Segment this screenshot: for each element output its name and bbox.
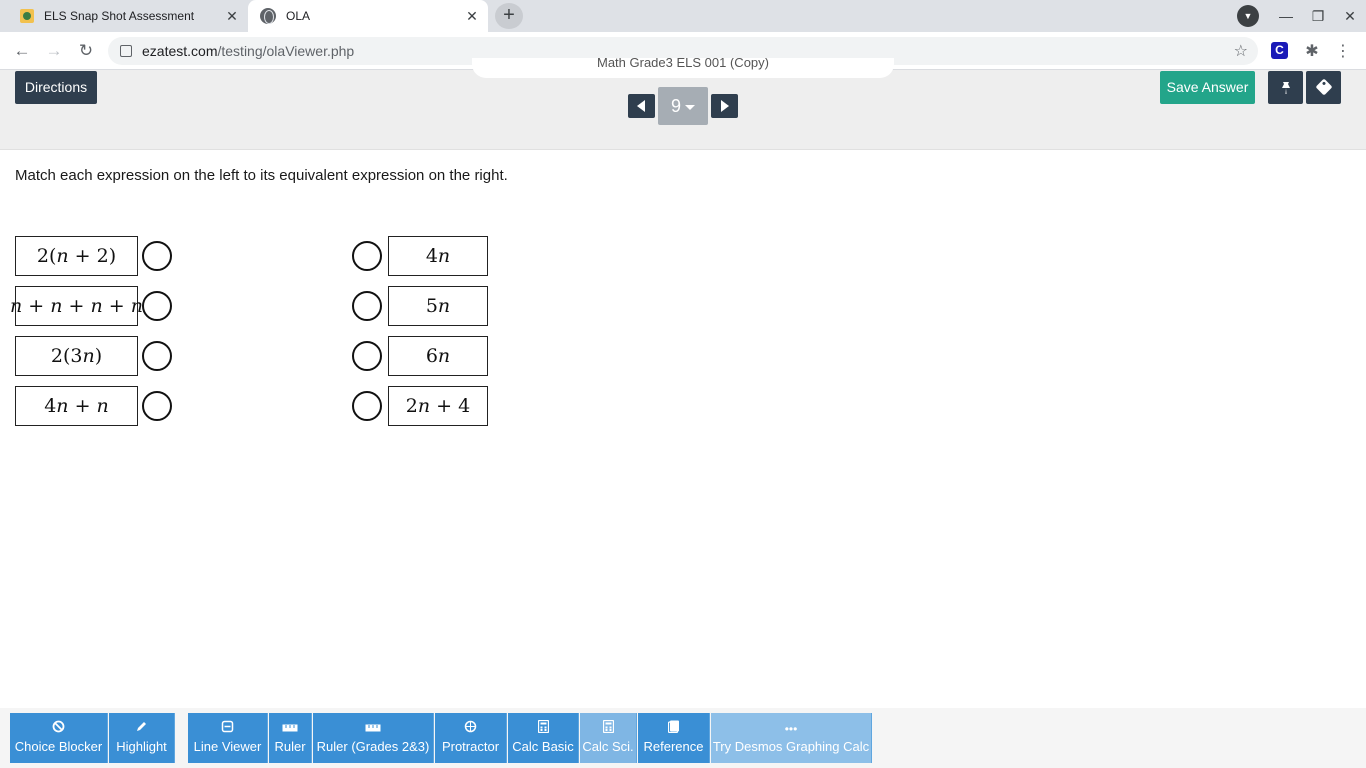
site-info-icon[interactable] — [120, 45, 132, 57]
els-favicon-icon — [20, 9, 34, 23]
left-expression-4: 4n + n — [15, 386, 138, 426]
left-match-point-4[interactable] — [142, 391, 172, 421]
left-match-point-1[interactable] — [142, 241, 172, 271]
close-icon[interactable]: ✕ — [464, 8, 480, 24]
tab-search-icon[interactable]: ▼ — [1237, 5, 1259, 27]
right-expression-4: 2n + 4 — [388, 386, 488, 426]
pin-button[interactable] — [1268, 71, 1303, 104]
right-expression-2: 5n — [388, 286, 488, 326]
new-tab-button[interactable]: + — [495, 3, 523, 29]
protractor-icon — [435, 719, 506, 739]
flag-button[interactable] — [1306, 71, 1341, 104]
book-icon — [638, 719, 709, 739]
right-match-point-2[interactable] — [352, 291, 382, 321]
tab-title: ELS Snap Shot Assessment — [44, 9, 195, 23]
caret-right-icon — [721, 100, 729, 112]
question-number-dropdown[interactable]: 9 — [658, 87, 708, 125]
test-title: Math Grade3 ELS 001 (Copy) — [472, 58, 894, 78]
browser-menu-icon[interactable]: ⋮ — [1335, 41, 1351, 61]
right-match-point-4[interactable] — [352, 391, 382, 421]
protractor-tool[interactable]: Protractor — [435, 713, 507, 763]
tab-title: OLA — [286, 9, 311, 23]
tag-icon — [1315, 78, 1332, 96]
ruler-icon — [313, 719, 433, 739]
forward-arrow-icon[interactable]: → — [42, 39, 66, 63]
desmos-graphing-calc-tool[interactable]: ••• Try Desmos Graphing Calc — [711, 713, 872, 763]
left-match-point-2[interactable] — [142, 291, 172, 321]
restore-icon[interactable]: ❐ — [1308, 6, 1328, 26]
line-viewer-tool[interactable]: Line Viewer — [188, 713, 268, 763]
browser-tab-els[interactable]: ELS Snap Shot Assessment ✕ — [8, 0, 248, 32]
previous-question-button[interactable] — [628, 94, 655, 118]
reference-tool[interactable]: Reference — [638, 713, 710, 763]
extension-c-icon[interactable]: C — [1271, 42, 1288, 59]
next-question-button[interactable] — [711, 94, 738, 118]
close-icon[interactable]: ✕ — [224, 8, 240, 24]
minimize-icon[interactable]: — — [1276, 6, 1296, 26]
left-expression-2: n + n + n + n — [10, 286, 143, 326]
save-answer-button[interactable]: Save Answer — [1160, 71, 1255, 104]
question-prompt: Match each expression on the left to its… — [15, 167, 508, 184]
left-expression-3: 2(3 n) — [15, 336, 138, 376]
url-text: ezatest.com/testing/olaViewer.php — [142, 43, 355, 59]
extensions-puzzle-icon[interactable]: ✱ — [1302, 41, 1322, 61]
test-header: Math Grade3 ELS 001 (Copy) Directions 9 … — [0, 58, 1366, 150]
browser-tabstrip: ELS Snap Shot Assessment ✕ OLA ✕ + ▼ — ❐… — [0, 0, 1366, 32]
globe-icon — [260, 8, 276, 24]
right-expression-1: 4n — [388, 236, 488, 276]
browser-tab-ola[interactable]: OLA ✕ — [248, 0, 488, 32]
right-match-point-1[interactable] — [352, 241, 382, 271]
left-match-point-3[interactable] — [142, 341, 172, 371]
right-expression-3: 6n — [388, 336, 488, 376]
ruler-tool[interactable]: Ruler — [269, 713, 312, 763]
directions-button[interactable]: Directions — [15, 71, 97, 104]
back-arrow-icon[interactable]: ← — [10, 39, 34, 63]
left-expression-1: 2(n + 2) — [15, 236, 138, 276]
pencil-icon — [109, 719, 174, 739]
line-viewer-icon — [188, 719, 267, 739]
thumbtack-icon — [1281, 82, 1290, 95]
choice-blocker-tool[interactable]: Choice Blocker — [10, 713, 108, 763]
reload-icon[interactable]: ↻ — [74, 39, 98, 63]
ruler-grades-2-3-tool[interactable]: Ruler (Grades 2&3) — [313, 713, 434, 763]
caret-left-icon — [637, 100, 645, 112]
right-match-point-3[interactable] — [352, 341, 382, 371]
block-icon — [10, 719, 107, 739]
window-close-icon[interactable]: ✕ — [1340, 6, 1360, 26]
highlight-tool[interactable]: Highlight — [109, 713, 175, 763]
bookmark-star-icon[interactable]: ☆ — [1234, 41, 1248, 61]
calc-basic-tool[interactable]: Calc Basic — [508, 713, 579, 763]
ellipsis-icon: ••• — [784, 722, 798, 736]
caret-down-icon — [685, 104, 695, 110]
calculator-icon — [508, 719, 578, 739]
calculator-icon — [580, 719, 636, 739]
ruler-icon — [269, 719, 311, 739]
calc-sci-tool[interactable]: Calc Sci. — [580, 713, 637, 763]
